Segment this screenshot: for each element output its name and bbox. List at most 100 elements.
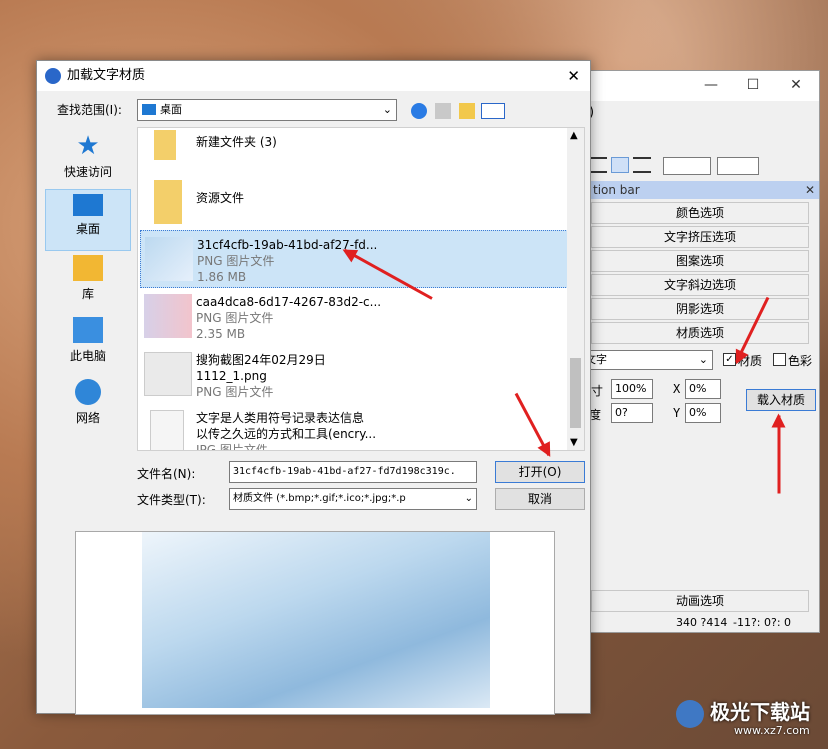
image-thumbnail [144, 294, 192, 338]
star-icon: ★ [76, 131, 100, 161]
file-name-2: 1112_1.png [196, 369, 267, 383]
spin-field-1[interactable] [663, 157, 711, 175]
filename-label: 文件名(N): [137, 467, 196, 481]
action-bar-title: tion bar [593, 183, 640, 197]
place-label: 快速访问 [63, 165, 112, 179]
y-field[interactable]: 0% [685, 403, 721, 423]
tab-pattern[interactable]: 图案选项 [591, 250, 809, 272]
action-bar-close-icon[interactable]: ✕ [805, 181, 815, 199]
file-name-2: 以传之久远的方式和工具(encry... [196, 427, 377, 441]
filename-field[interactable]: 31cf4cfb-19ab-41bd-af27-fd7d198c319c. [229, 461, 477, 483]
image-thumbnail [144, 352, 192, 396]
chevron-down-icon: ⌄ [382, 103, 392, 116]
file-name: 新建文件夹 (3) [196, 135, 277, 149]
desktop-icon [73, 194, 103, 216]
file-name: 文字是人类用符号记录表达信息 [196, 411, 365, 425]
place-label: 库 [81, 287, 94, 301]
watermark-text: 极光下载站 [710, 700, 810, 724]
filetype-label: 文件类型(T): [137, 493, 206, 507]
image-thumbnail [150, 410, 184, 450]
size-label: 寸 [591, 384, 604, 398]
place-desktop[interactable]: 桌面 [45, 189, 131, 251]
bg-titlebar: — ☐ ✕ [581, 71, 819, 101]
app-icon [45, 68, 61, 84]
annotation-arrow [777, 415, 781, 494]
status-angles: -11?: 0?: 0 [733, 616, 792, 629]
y-label: Y [673, 406, 681, 420]
library-icon [73, 255, 103, 281]
align-toolbar[interactable] [589, 157, 659, 175]
maximize-icon[interactable]: ☐ [743, 77, 763, 93]
tab-animation[interactable]: 动画选项 [591, 590, 809, 612]
list-item[interactable]: caa4dca8-6d17-4267-83d2-c... PNG 图片文件 2.35… [140, 288, 568, 346]
cancel-button[interactable]: 取消 [495, 488, 585, 510]
open-button[interactable]: 打开(O) [495, 461, 585, 483]
chevron-down-icon: ⌄ [698, 353, 708, 366]
load-material-dialog: 加载文字材质 ✕ 查找范围(I): 桌面 ⌄ ★ 快速访问 桌面 库 此电脑 网络… [36, 60, 591, 715]
spin-field-2[interactable] [717, 157, 759, 175]
list-item[interactable]: 新建文件夹 (3) [140, 128, 568, 180]
place-quick-access[interactable]: ★ 快速访问 [45, 129, 131, 191]
file-size: 2.35 MB [196, 327, 246, 341]
angle-field[interactable]: 0? [611, 403, 653, 423]
scrollbar[interactable]: ▲ ▼ [567, 128, 584, 450]
align-right-icon[interactable] [632, 157, 651, 173]
align-center-icon[interactable] [610, 157, 629, 173]
watermark-url: www.xz7.com [734, 724, 810, 737]
list-item[interactable]: 文字是人类用符号记录表达信息 以传之久远的方式和工具(encry... JPG 图片… [140, 404, 568, 451]
filetype-value: 材质文件 (*.bmp;*.gif;*.ico;*.jpg;*.p [233, 493, 406, 504]
dialog-title: 加载文字材质 [67, 68, 146, 83]
watermark: 极光下载站 www.xz7.com [676, 694, 826, 744]
close-icon[interactable]: ✕ [786, 77, 806, 93]
align-left-icon[interactable] [589, 157, 607, 173]
place-label: 网络 [75, 411, 100, 425]
x-field[interactable]: 0% [685, 379, 721, 399]
desktop-icon [142, 104, 156, 115]
file-type: JPG 图片文件 [196, 443, 268, 451]
color-checkbox[interactable] [773, 353, 786, 366]
tab-bevel[interactable]: 文字斜边选项 [591, 274, 809, 296]
list-item[interactable]: 搜狗截图24年02月29日 1112_1.png PNG 图片文件 [140, 346, 568, 404]
lookin-label: 查找范围(I): [57, 103, 122, 117]
list-item-selected[interactable]: 31cf4cfb-19ab-41bd-af27-fd... PNG 图片文件 1.8… [140, 230, 568, 288]
action-bar-header: tion bar ✕ [581, 181, 819, 199]
file-list: 新建文件夹 (3) 资源文件 31cf4cfb-19ab-41bd-af27-f… [137, 127, 585, 451]
minimize-icon[interactable]: — [701, 77, 721, 93]
preview-pane [75, 531, 555, 715]
tab-material[interactable]: 材质选项 [591, 322, 809, 344]
place-this-pc[interactable]: 此电脑 [45, 313, 131, 375]
place-library[interactable]: 库 [45, 251, 131, 313]
tab-shadow[interactable]: 阴影选项 [591, 298, 809, 320]
place-label: 桌面 [75, 222, 100, 236]
place-label: 此电脑 [69, 349, 106, 363]
folder-icon [154, 180, 182, 224]
scroll-up-icon[interactable]: ▲ [570, 130, 578, 141]
computer-icon [73, 317, 103, 343]
x-label: X [673, 382, 681, 396]
scroll-thumb[interactable] [570, 358, 581, 428]
lookin-combo[interactable]: 桌面 ⌄ [137, 99, 397, 121]
scroll-down-icon[interactable]: ▼ [570, 437, 578, 448]
view-menu-icon[interactable] [481, 103, 505, 119]
filetype-combo[interactable]: 材质文件 (*.bmp;*.gif;*.ico;*.jpg;*.p ⌄ [229, 488, 477, 510]
place-network[interactable]: 网络 [45, 375, 131, 437]
color-check-label: 色彩 [788, 354, 813, 368]
file-type: PNG 图片文件 [196, 311, 274, 325]
new-folder-icon[interactable] [459, 103, 475, 119]
tab-extrude[interactable]: 文字挤压选项 [591, 226, 809, 248]
image-thumbnail [145, 237, 193, 281]
network-icon [75, 379, 101, 405]
close-icon[interactable]: ✕ [567, 61, 580, 91]
material-combo[interactable]: 文字 ⌄ [581, 350, 713, 370]
background-app-window: — ☐ ✕ ) tion bar ✕ 颜色选项 文字挤压选项 图案选项 文字斜边选… [580, 70, 820, 633]
status-coords: 340 ?414 [676, 616, 728, 629]
tab-color[interactable]: 颜色选项 [591, 202, 809, 224]
list-item[interactable]: 资源文件 [140, 174, 568, 232]
back-icon[interactable] [411, 103, 427, 119]
file-name: 搜狗截图24年02月29日 [196, 353, 326, 367]
file-name: caa4dca8-6d17-4267-83d2-c... [196, 295, 382, 309]
up-folder-icon[interactable] [435, 103, 451, 119]
load-material-button[interactable]: 载入材质 [746, 389, 816, 411]
size-field[interactable]: 100% [611, 379, 653, 399]
lookin-value: 桌面 [160, 103, 182, 116]
